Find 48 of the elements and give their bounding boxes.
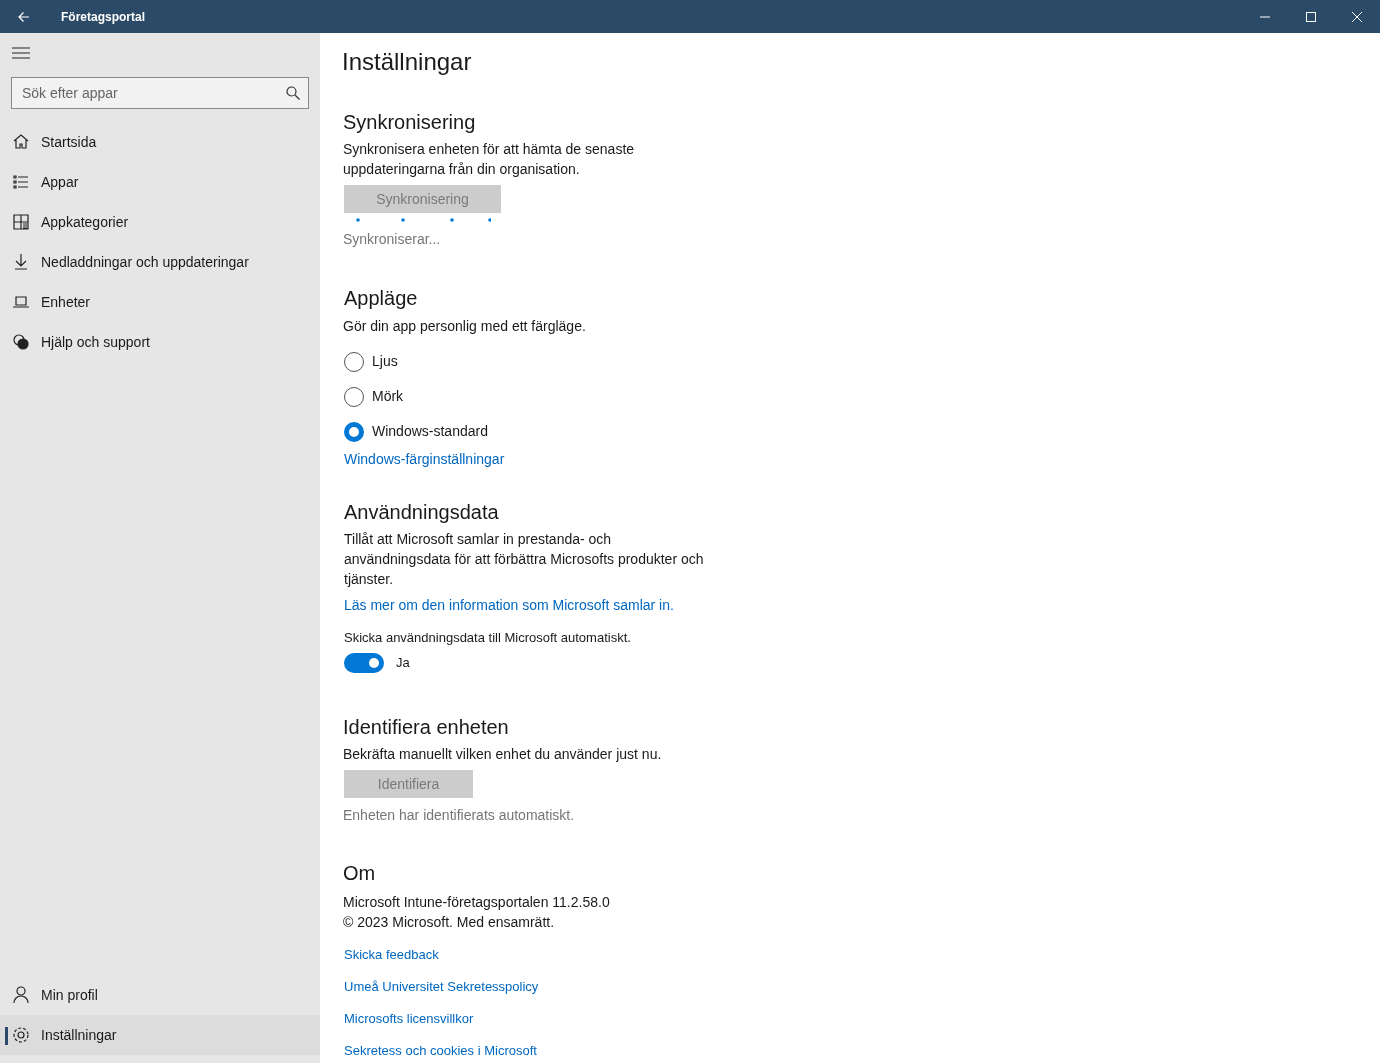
about-text: Microsoft Intune-företagsportalen 11.2.58.0 xyxy=(343,893,610,912)
laptop-icon xyxy=(12,293,30,311)
nav-item[interactable]: Inställningar xyxy=(0,1015,320,1055)
download-icon xyxy=(12,253,30,271)
section-heading: Om xyxy=(343,861,376,886)
section-description: Tillåt att Microsoft samlar in prestanda- och användningsdata för att förbättra Microsofts produkter och tjänster. xyxy=(344,530,705,589)
nav-item[interactable]: Startsida xyxy=(0,122,320,162)
grid-icon xyxy=(12,213,30,231)
search-field[interactable]: Sök efter appar xyxy=(11,77,309,109)
search-icon xyxy=(286,86,300,100)
section-heading: Användningsdata xyxy=(344,500,499,525)
radio-option[interactable]: Windows-standard xyxy=(344,414,488,449)
person-icon xyxy=(12,986,30,1004)
link[interactable]: Läs mer om den information som Microsoft samlar in. xyxy=(344,595,674,615)
about-text: © 2023 Microsoft. Med ensamrätt. xyxy=(343,913,555,932)
link[interactable]: Microsofts licensvillkor xyxy=(344,1010,474,1028)
maximize-icon xyxy=(1306,11,1316,22)
link[interactable]: Umeå Universitet Sekretesspolicy xyxy=(344,978,539,996)
close-icon xyxy=(1352,11,1362,22)
section-description: Synkronisera enheten för att hämta de senaste uppdateringarna från din organisation. xyxy=(343,140,636,179)
home-icon xyxy=(12,133,30,151)
section-heading: Synkronisering xyxy=(343,110,476,135)
link[interactable]: Skicka feedback xyxy=(344,946,439,964)
back-arrow-icon xyxy=(18,10,30,23)
nav-item[interactable]: Min profil xyxy=(0,975,320,1015)
status-text: Synkroniserar... xyxy=(343,230,441,249)
window-title: Företagsportal xyxy=(61,8,145,26)
page-title: Inställningar xyxy=(342,47,472,77)
section-heading: Identifiera enheten xyxy=(343,715,509,740)
section-description: Gör din app personlig med ett färgläge. xyxy=(343,317,586,336)
list-icon xyxy=(12,173,30,191)
link[interactable]: Windows-färginställningar xyxy=(344,449,505,469)
toggle-state-text: Ja xyxy=(396,654,410,673)
nav-item[interactable]: Hjälp och support xyxy=(0,322,320,362)
nav-item[interactable]: Appar xyxy=(0,162,320,202)
nav-item[interactable]: Appkategorier xyxy=(0,202,320,242)
section-description: Bekräfta manuellt vilken enhet du använder just nu. xyxy=(343,745,662,764)
menu-icon xyxy=(12,47,30,59)
section-heading: Appläge xyxy=(344,286,418,311)
radio-option[interactable]: Mörk xyxy=(344,379,404,414)
nav-item[interactable]: Enheter xyxy=(0,282,320,322)
settings-icon xyxy=(12,1026,30,1044)
toggle-label: Skicka användningsdata till Microsoft automatiskt. xyxy=(344,629,631,647)
radio-option[interactable]: Ljus xyxy=(344,344,398,379)
nav-item[interactable]: Nedladdningar och uppdateringar xyxy=(0,242,320,282)
toggle-switch[interactable] xyxy=(344,653,384,673)
link[interactable]: Sekretess och cookies i Microsoft xyxy=(344,1042,537,1060)
status-text: Enheten har identifierats automatiskt. xyxy=(343,806,575,825)
